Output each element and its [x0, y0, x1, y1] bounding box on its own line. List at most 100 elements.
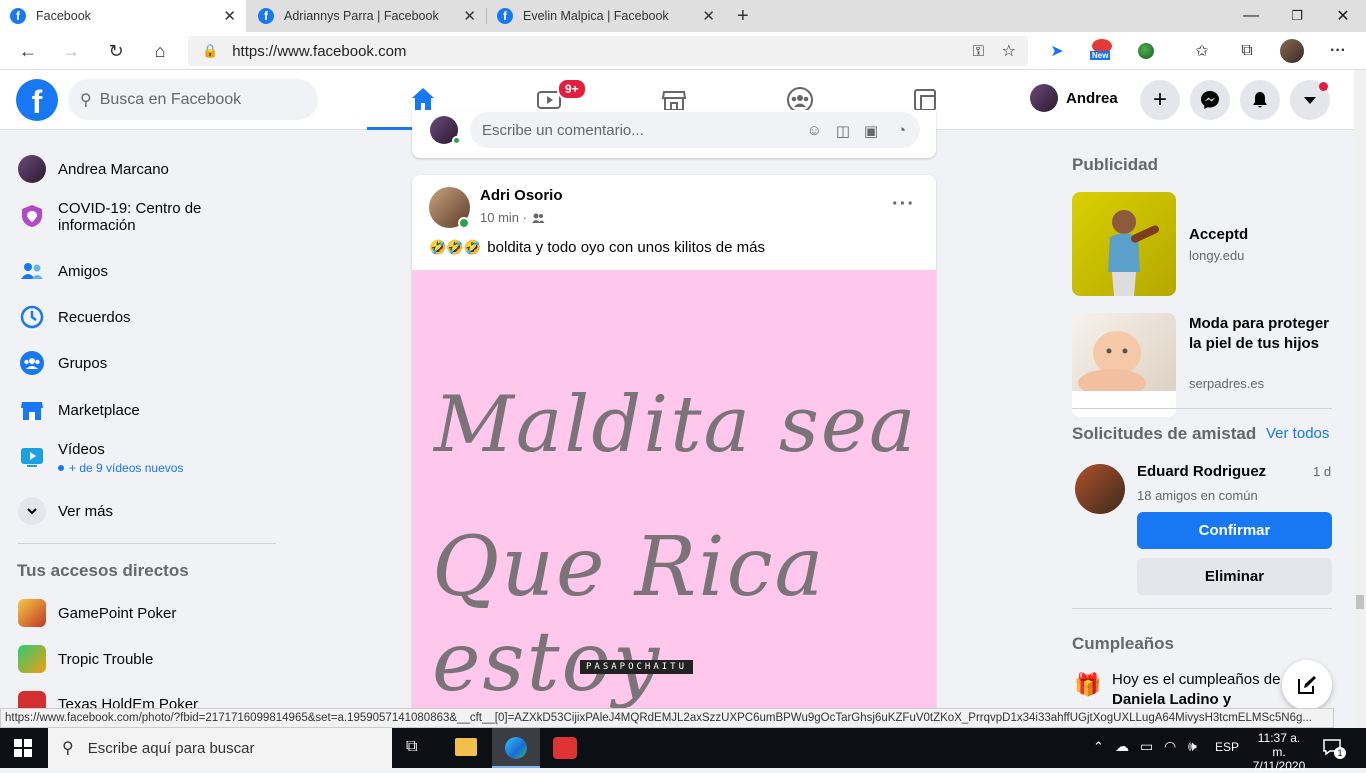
- office-icon[interactable]: [553, 737, 577, 759]
- sidebar-item-friends[interactable]: Amigos: [18, 257, 108, 285]
- requester-name[interactable]: Eduard Rodriguez: [1137, 463, 1266, 480]
- favorites-icon[interactable]: ✩: [1190, 39, 1214, 63]
- key-icon[interactable]: ⚿: [973, 43, 984, 60]
- sidebar-item-marketplace[interactable]: Marketplace: [18, 396, 140, 424]
- birthday-name[interactable]: Daniela Ladino y: [1112, 691, 1231, 708]
- refresh-icon[interactable]: ↻: [100, 36, 132, 66]
- profile-avatar-icon[interactable]: [1280, 39, 1304, 63]
- gif-icon[interactable]: ▣: [864, 122, 878, 140]
- shortcut-texas[interactable]: Texas HoldEm Poker: [18, 691, 198, 708]
- notifications-button[interactable]: [1240, 80, 1280, 120]
- ad-title[interactable]: Moda para proteger la piel de tus hijos: [1189, 314, 1339, 354]
- post-options-icon[interactable]: ···: [892, 193, 915, 216]
- extension-new-icon[interactable]: New: [1090, 39, 1114, 63]
- tab-adriannys[interactable]: f Adriannys Parra | Facebook ✕: [248, 0, 486, 32]
- wifi-icon[interactable]: ◠: [1164, 738, 1176, 755]
- sidebar-item-memories[interactable]: Recuerdos: [18, 303, 131, 331]
- friends-icon: [18, 257, 46, 285]
- action-center-icon[interactable]: 1: [1322, 737, 1346, 759]
- delete-button[interactable]: Eliminar: [1137, 558, 1332, 595]
- close-window-icon[interactable]: ✕: [1320, 0, 1366, 32]
- favorite-star-icon[interactable]: ☆: [1002, 41, 1016, 61]
- see-all-link[interactable]: Ver todos: [1266, 425, 1329, 442]
- watch-badge: 9+: [557, 78, 587, 100]
- tab-facebook[interactable]: f Facebook ✕: [0, 0, 246, 32]
- edge-taskbar-button[interactable]: [492, 728, 540, 768]
- battery-icon[interactable]: ▭: [1140, 738, 1153, 755]
- browser-tab-bar: f Facebook ✕ f Adriannys Parra | Faceboo…: [0, 0, 1366, 32]
- shortcut-label: Tropic Trouble: [58, 650, 154, 668]
- ads-heading: Publicidad: [1072, 155, 1158, 174]
- home-icon[interactable]: ⌂: [144, 36, 176, 66]
- sidebar-see-more[interactable]: Ver más: [18, 497, 113, 525]
- volume-icon[interactable]: 🕪: [1188, 738, 1197, 755]
- post-image[interactable]: Maldita sea Que Rica estoy PASAPOCHAITU: [412, 270, 936, 735]
- post-author[interactable]: Adri Osorio: [480, 187, 563, 204]
- account-menu-button[interactable]: [1290, 80, 1330, 120]
- taskbar-search[interactable]: ⚲ Escribe aquí para buscar: [48, 728, 392, 768]
- sidebar-item-label: Grupos: [58, 354, 108, 372]
- marketplace-icon: [18, 396, 46, 424]
- search-placeholder: Busca en Facebook: [99, 90, 242, 108]
- search-input[interactable]: ⚲ Busca en Facebook: [68, 79, 318, 120]
- sidebar-item-groups[interactable]: Grupos: [18, 349, 107, 377]
- sidebar-item-profile[interactable]: Andrea Marcano: [18, 155, 169, 183]
- ad-image-serpadres[interactable]: [1072, 313, 1176, 417]
- new-tab-button[interactable]: +: [727, 0, 757, 32]
- more-menu-icon[interactable]: ···: [1326, 39, 1350, 63]
- minimize-icon[interactable]: —: [1228, 0, 1274, 32]
- language-indicator[interactable]: ESP: [1215, 740, 1239, 754]
- file-explorer-icon[interactable]: [455, 738, 477, 756]
- task-view-icon[interactable]: ⧉: [406, 738, 417, 756]
- shortcut-label: Texas HoldEm Poker: [58, 696, 199, 708]
- camera-icon[interactable]: ◫: [836, 122, 850, 140]
- read-aloud-icon[interactable]: ➤: [1045, 39, 1069, 63]
- ad-domain: serpadres.es: [1189, 376, 1265, 391]
- post-text: boldita y todo oyo con unos kilitos de m…: [487, 239, 765, 256]
- new-message-button[interactable]: [1282, 660, 1332, 710]
- extension-globe-icon[interactable]: [1134, 39, 1158, 63]
- close-tab-icon[interactable]: ✕: [463, 7, 476, 25]
- shortcut-gamepoint[interactable]: GamePoint Poker: [18, 599, 176, 627]
- messenger-button[interactable]: [1190, 80, 1230, 120]
- clock[interactable]: 11:37 a. m. 7/11/2020: [1250, 731, 1308, 773]
- sidebar-item-videos[interactable]: Vídeos + de 9 vídeos nuevos: [18, 441, 183, 475]
- back-icon[interactable]: ←: [12, 36, 44, 66]
- sidebar-item-sub: + de 9 vídeos nuevos: [58, 461, 183, 475]
- comment-input[interactable]: Escribe un comentario... ☺ ◫ ▣ ◔: [470, 112, 920, 148]
- collections-icon[interactable]: ⧉: [1235, 39, 1259, 63]
- sidebar-item-covid[interactable]: COVID-19: Centro de información: [18, 200, 201, 234]
- notification-dot: [1319, 82, 1328, 91]
- tab-title: Evelin Malpica | Facebook: [523, 9, 669, 23]
- clock-date: 7/11/2020: [1252, 759, 1306, 773]
- scrollbar-thumb[interactable]: [1356, 595, 1364, 609]
- avatar: [18, 155, 46, 183]
- tab-evelin[interactable]: f Evelin Malpica | Facebook ✕: [487, 0, 725, 32]
- close-tab-icon[interactable]: ✕: [223, 7, 236, 25]
- online-dot: [458, 217, 470, 229]
- onedrive-icon[interactable]: ☁: [1115, 738, 1129, 755]
- page-scrollbar[interactable]: [1354, 70, 1366, 728]
- ad-title[interactable]: Acceptd: [1189, 226, 1248, 243]
- requester-avatar[interactable]: [1075, 464, 1125, 514]
- close-tab-icon[interactable]: ✕: [702, 7, 715, 25]
- profile-shortcut[interactable]: Andrea: [1030, 84, 1118, 112]
- restore-icon[interactable]: ❐: [1274, 0, 1320, 32]
- sticker-icon[interactable]: ◔: [897, 122, 906, 139]
- sidebar-item-label: COVID-19: Centro de: [58, 200, 202, 217]
- edge-icon: [505, 737, 527, 759]
- facebook-logo[interactable]: f: [16, 79, 58, 121]
- shortcut-tropic[interactable]: Tropic Trouble: [18, 645, 153, 673]
- forward-icon[interactable]: →: [55, 36, 87, 66]
- ad-image-acceptd[interactable]: [1072, 192, 1176, 296]
- tray-chevron-up-icon[interactable]: ⌃: [1093, 739, 1104, 755]
- windows-start-icon[interactable]: [14, 739, 32, 761]
- confirm-button[interactable]: Confirmar: [1137, 512, 1332, 549]
- mutual-friends[interactable]: 18 amigos en común: [1137, 488, 1258, 503]
- avatar: [1030, 84, 1058, 112]
- address-bar[interactable]: 🔒 https://www.facebook.com ⚿ ☆: [188, 36, 1028, 66]
- post-time[interactable]: 10 min ·: [480, 210, 527, 225]
- create-button[interactable]: +: [1140, 80, 1180, 120]
- tab-title: Facebook: [36, 9, 91, 23]
- emoji-icon[interactable]: ☺: [807, 122, 822, 139]
